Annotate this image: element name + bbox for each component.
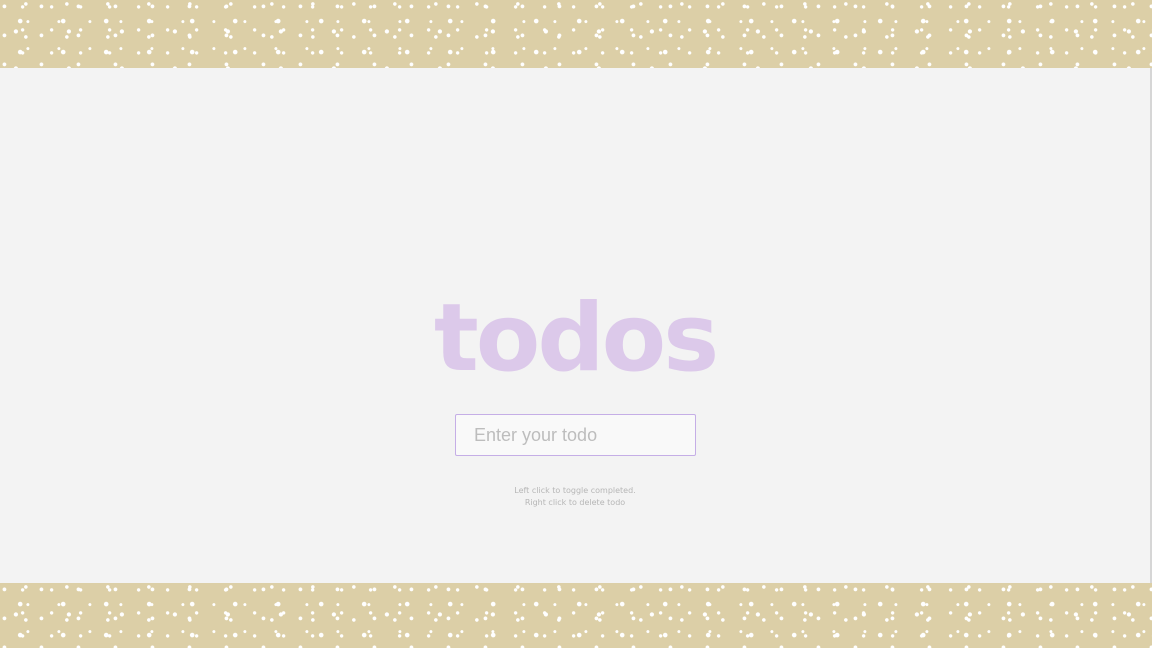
todo-input[interactable] [455, 414, 696, 456]
decorative-bottom-band [0, 583, 1152, 648]
decorative-top-band [0, 0, 1152, 68]
app-title: todos [433, 283, 719, 393]
todo-app: todos Left click to toggle completed. Ri… [0, 68, 1152, 583]
hint-delete-todo: Right click to delete todo [524, 498, 626, 507]
usage-hints: Left click to toggle completed. Right cl… [0, 485, 1150, 509]
hint-toggle-completed: Left click to toggle completed. [514, 486, 636, 495]
